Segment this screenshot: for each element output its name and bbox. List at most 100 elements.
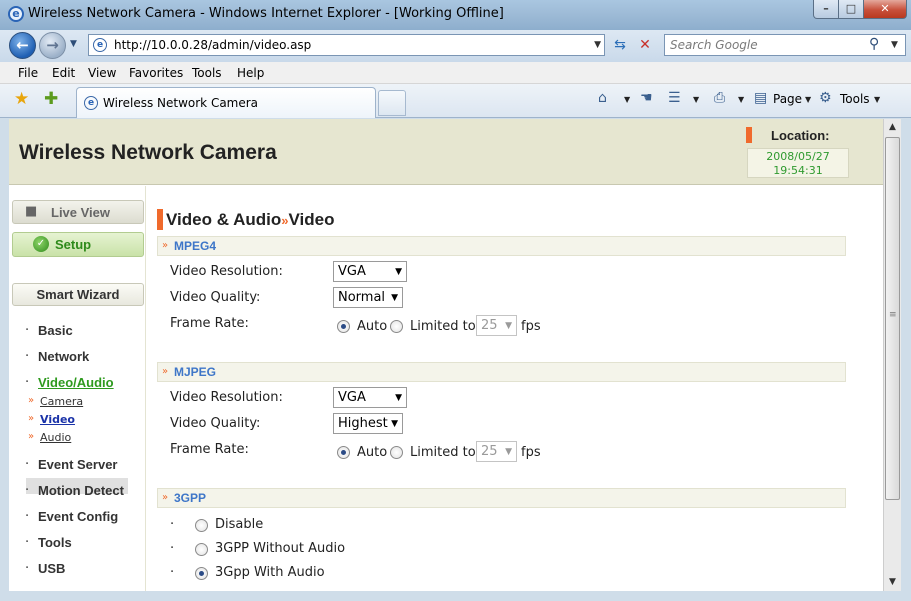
scroll-up-icon[interactable]: ▲	[884, 119, 901, 136]
mpeg4-quality-select[interactable]: Normal ▼	[333, 287, 403, 308]
vertical-scrollbar[interactable]: ▲ ≡ ▼	[883, 119, 901, 591]
address-dropdown-icon[interactable]: ▼	[594, 40, 601, 50]
page-menu-button[interactable]: Page	[773, 92, 802, 106]
date-text: 2008/05/27	[766, 150, 830, 163]
tools-menu-button[interactable]: Tools	[840, 92, 870, 106]
menu-favorites[interactable]: Favorites	[129, 66, 183, 80]
forward-button[interactable]: →	[39, 32, 66, 59]
browser-window: e Wireless Network Camera - Windows Inte…	[0, 0, 911, 601]
feeds-dropdown-icon[interactable]: ▼	[693, 95, 699, 104]
history-dropdown-icon[interactable]: ▼	[70, 39, 77, 49]
menu-file[interactable]: File	[18, 66, 38, 80]
option-bullet: ·	[170, 541, 175, 556]
chevron-down-icon: ▼	[505, 321, 512, 331]
nav-bullet: ·	[25, 457, 30, 472]
nav-bullet: ·	[25, 349, 30, 364]
back-arrow-icon: ←	[16, 36, 29, 54]
print-dropdown-icon[interactable]: ▼	[738, 95, 744, 104]
tab-page-icon: e	[84, 96, 98, 110]
favorites-star-icon[interactable]: ★	[14, 89, 29, 109]
mpeg4-limited-radio[interactable]	[390, 320, 403, 333]
scrollbar-thumb[interactable]: ≡	[885, 137, 900, 500]
mjpeg-section-title: MJPEG	[174, 365, 217, 379]
print-icon[interactable]: ⎙	[714, 90, 725, 106]
sidebar-subitem-camera[interactable]: Camera	[40, 395, 83, 408]
sub-arrow-icon: »	[28, 395, 35, 406]
tab-wireless-network-camera[interactable]: e Wireless Network Camera	[76, 87, 376, 118]
mpeg4-fps-select[interactable]: 25 ▼	[476, 315, 517, 336]
sidebar-item-motion-detect[interactable]: Motion Detect	[38, 483, 124, 498]
address-bar[interactable]: e http://10.0.0.28/admin/video.asp ▼	[88, 34, 605, 56]
scrollbar-grip-icon: ≡	[889, 310, 897, 320]
gpp-disable-radio[interactable]	[195, 519, 208, 532]
mjpeg-resolution-select[interactable]: VGA ▼	[333, 387, 407, 408]
gpp-disable-label: Disable	[215, 517, 264, 532]
search-placeholder: Search Google	[670, 38, 758, 52]
mpeg4-section-header: » MPEG4	[157, 236, 846, 256]
smart-wizard-label: Smart Wizard	[36, 287, 120, 302]
scroll-down-icon[interactable]: ▼	[884, 574, 901, 591]
url-text[interactable]: http://10.0.0.28/admin/video.asp	[114, 38, 311, 52]
setup-label: Setup	[55, 237, 92, 252]
chevron-down-icon: ▼	[395, 393, 402, 403]
page-dropdown-icon[interactable]: ▼	[805, 95, 811, 104]
sidebar-subitem-audio[interactable]: Audio	[40, 431, 71, 444]
main-content: Video & Audio»Video » MPEG4 Video Resolu…	[147, 186, 883, 591]
live-view-button[interactable]: ■ Live View	[12, 200, 144, 224]
title-bar: e Wireless Network Camera - Windows Inte…	[0, 0, 911, 30]
page-menu-icon: ▤	[754, 90, 768, 106]
minimize-button[interactable]: –	[813, 0, 839, 19]
maximize-button[interactable]: □	[838, 0, 864, 19]
sidebar-item-usb[interactable]: USB	[38, 561, 65, 576]
back-button[interactable]: ←	[9, 32, 36, 59]
sidebar-item-event-server[interactable]: Event Server	[38, 457, 118, 472]
nav-bullet: ·	[25, 483, 30, 498]
add-favorite-icon[interactable]: ✚	[44, 89, 58, 109]
option-bullet: ·	[170, 517, 175, 532]
nav-bullet: ·	[25, 323, 30, 338]
sidebar-item-video-audio[interactable]: Video/Audio	[38, 375, 114, 390]
title-page: Video	[288, 210, 335, 229]
mjpeg-resolution-value: VGA	[338, 390, 366, 405]
menu-edit[interactable]: Edit	[52, 66, 75, 80]
mpeg4-auto-radio[interactable]	[337, 320, 350, 333]
tools-dropdown-icon[interactable]: ▼	[874, 95, 880, 104]
home-dropdown-icon[interactable]: ▼	[624, 95, 630, 104]
chevron-down-icon: ▼	[395, 267, 402, 277]
mpeg4-resolution-select[interactable]: VGA ▼	[333, 261, 407, 282]
menu-tools[interactable]: Tools	[192, 66, 222, 80]
new-tab-button[interactable]	[378, 90, 406, 116]
refresh-button[interactable]: ⇆	[609, 35, 631, 55]
mjpeg-fps-select[interactable]: 25 ▼	[476, 441, 517, 462]
setup-button[interactable]: ✓ Setup	[12, 232, 144, 257]
mjpeg-limited-radio[interactable]	[390, 446, 403, 459]
smart-wizard-button[interactable]: Smart Wizard	[12, 283, 144, 306]
mjpeg-section-header: » MJPEG	[157, 362, 846, 382]
research-hand-icon[interactable]: ☚	[640, 90, 653, 106]
sidebar-item-event-config[interactable]: Event Config	[38, 509, 118, 524]
mjpeg-limited-label: Limited to	[410, 445, 476, 460]
home-icon[interactable]: ⌂	[598, 90, 607, 106]
search-options-icon[interactable]: ▼	[891, 40, 898, 50]
mjpeg-quality-select[interactable]: Highest ▼	[333, 413, 403, 434]
gpp-without-audio-radio[interactable]	[195, 543, 208, 556]
sidebar-item-tools[interactable]: Tools	[38, 535, 72, 550]
mpeg4-quality-value: Normal	[338, 290, 386, 305]
mjpeg-auto-radio[interactable]	[337, 446, 350, 459]
search-input[interactable]: Search Google ⚲ ▼	[664, 34, 906, 56]
search-icon[interactable]: ⚲	[869, 36, 879, 52]
sidebar-item-network[interactable]: Network	[38, 349, 89, 364]
feeds-icon[interactable]: ☰	[668, 90, 681, 106]
ie-logo-icon: e	[8, 6, 24, 22]
sidebar-item-basic[interactable]: Basic	[38, 323, 73, 338]
menu-help[interactable]: Help	[237, 66, 264, 80]
location-label: Location:	[771, 128, 830, 143]
stop-button[interactable]: ✕	[634, 35, 656, 55]
option-bullet: ·	[170, 565, 175, 580]
close-button[interactable]: ✕	[863, 0, 907, 19]
gpp-with-audio-radio[interactable]	[195, 567, 208, 580]
sidebar-subitem-video[interactable]: Video	[40, 413, 75, 426]
title-section: Video & Audio	[166, 210, 282, 229]
mjpeg-quality-value: Highest	[338, 416, 388, 431]
menu-view[interactable]: View	[88, 66, 116, 80]
